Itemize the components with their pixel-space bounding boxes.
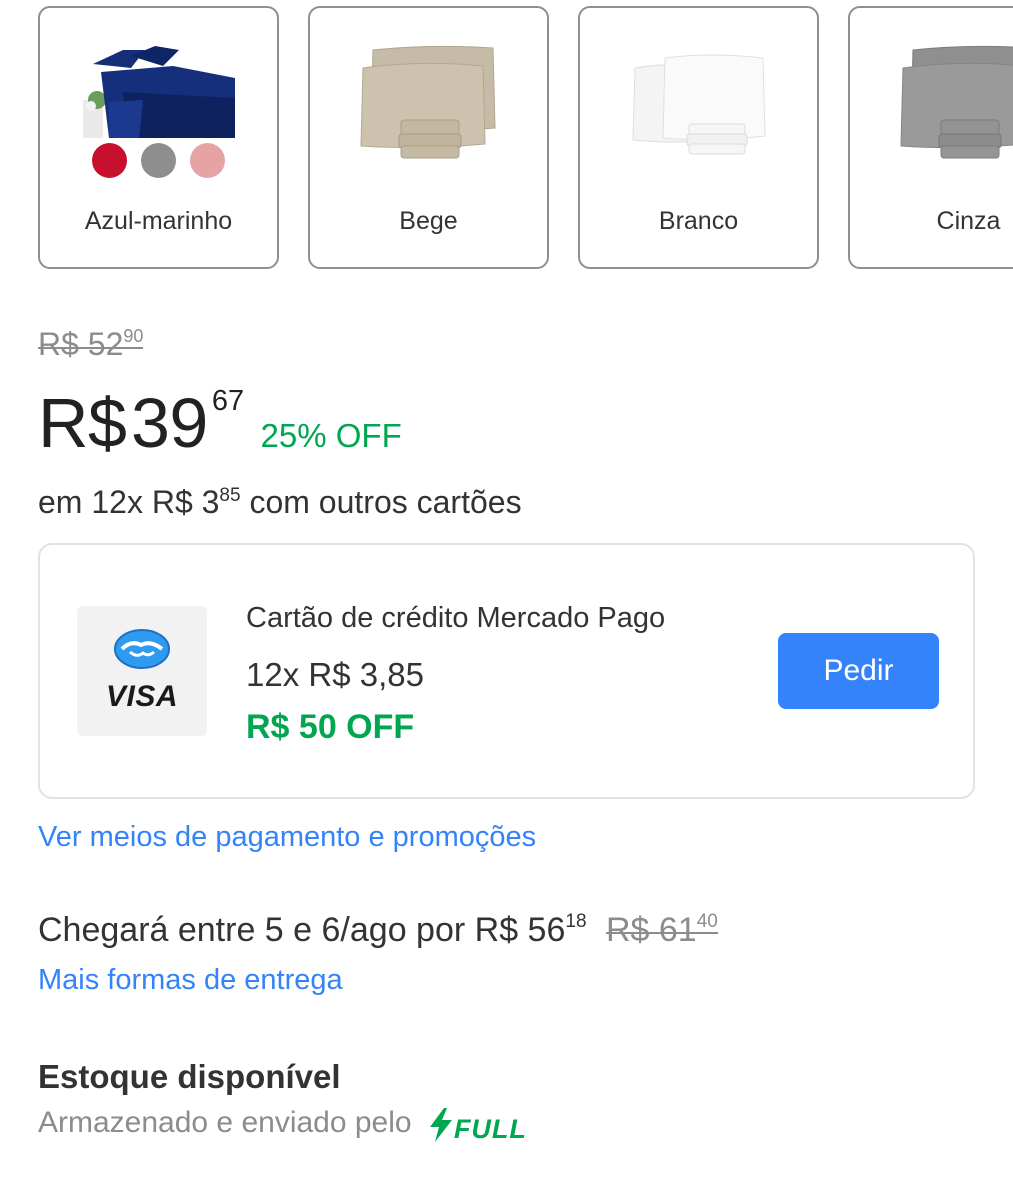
card-offer-installments: 12x R$ 3,85: [246, 656, 424, 693]
old-price-currency: R$: [38, 326, 79, 362]
variant-card-branco[interactable]: Branco: [578, 6, 819, 269]
variant-name: Azul-marinho: [84, 207, 233, 235]
current-price: R$ 39 67 25% OFF: [38, 383, 402, 463]
shipping-cents: 18: [565, 911, 587, 932]
swatch-pink: [190, 143, 225, 178]
strikethrough-line: [38, 347, 144, 349]
shipping-old-cents: 40: [696, 911, 718, 932]
full-badge: FULL: [428, 1108, 527, 1146]
price-currency: R$: [38, 384, 127, 462]
variant-image: [580, 42, 817, 172]
discount-badge: 25% OFF: [260, 417, 402, 454]
color-variants: Azul-marinho Bege Branco Cinza: [38, 6, 1013, 270]
installments-suffix: com outros cartões: [249, 484, 522, 520]
installments-info: em 12x R$ 385 com outros cartões: [38, 484, 522, 521]
request-card-button[interactable]: Pedir: [778, 633, 939, 709]
variant-name: Bege: [399, 207, 458, 235]
installments-prefix: em 12x R$ 3: [38, 484, 220, 520]
mercado-pago-card-offer: VISA Cartão de crédito Mercado Pago 12x …: [38, 543, 975, 799]
color-swatches: [40, 143, 277, 179]
shipping-old-price: R$ 6140: [605, 911, 718, 949]
installments-cents: 85: [219, 485, 241, 506]
shipping-estimate: Chegará entre 5 e 6/ago por R$ 5618 R$ 6…: [38, 911, 718, 950]
full-badge-text: FULL: [453, 1114, 527, 1144]
handshake-icon: [114, 629, 170, 669]
shipping-old-int: R$ 61: [605, 911, 697, 949]
lightning-bolt-icon: [429, 1108, 452, 1142]
mercado-pago-visa-logo: VISA: [77, 606, 207, 736]
variant-card-bege[interactable]: Bege: [308, 6, 549, 269]
product-page: Azul-marinho Bege Branco Cinza R$ 5290 R…: [0, 0, 1013, 1200]
variant-image: [850, 42, 1013, 172]
strikethrough-line: [605, 932, 718, 934]
stock-subtitle: Armazenado e enviado pelo FULL: [38, 1106, 527, 1146]
variant-card-azul-marinho[interactable]: Azul-marinho: [38, 6, 279, 269]
payment-methods-link[interactable]: Ver meios de pagamento e promoções: [38, 821, 536, 854]
old-price-cents: 90: [123, 326, 144, 346]
old-price-int: 52: [87, 326, 124, 362]
variant-card-cinza[interactable]: Cinza: [848, 6, 1013, 269]
shipping-text: Chegará entre 5 e 6/ago por R$ 56: [38, 911, 566, 949]
swatch-red: [92, 143, 127, 178]
swatch-gray: [141, 143, 176, 178]
delivery-options-link[interactable]: Mais formas de entrega: [38, 964, 343, 997]
price-cents: 67: [211, 385, 245, 417]
stock-title: Estoque disponível: [38, 1058, 341, 1095]
price-int: 39: [130, 384, 208, 462]
stock-subtitle-text: Armazenado e enviado pelo: [38, 1106, 412, 1139]
variant-name: Cinza: [936, 207, 1001, 235]
variant-image: [310, 42, 547, 172]
visa-logo-text: VISA: [105, 680, 179, 713]
card-offer-title: Cartão de crédito Mercado Pago: [246, 602, 666, 634]
card-offer-discount: R$ 50 OFF: [246, 708, 415, 746]
variant-name: Branco: [658, 207, 739, 235]
original-price: R$ 5290: [38, 326, 144, 363]
